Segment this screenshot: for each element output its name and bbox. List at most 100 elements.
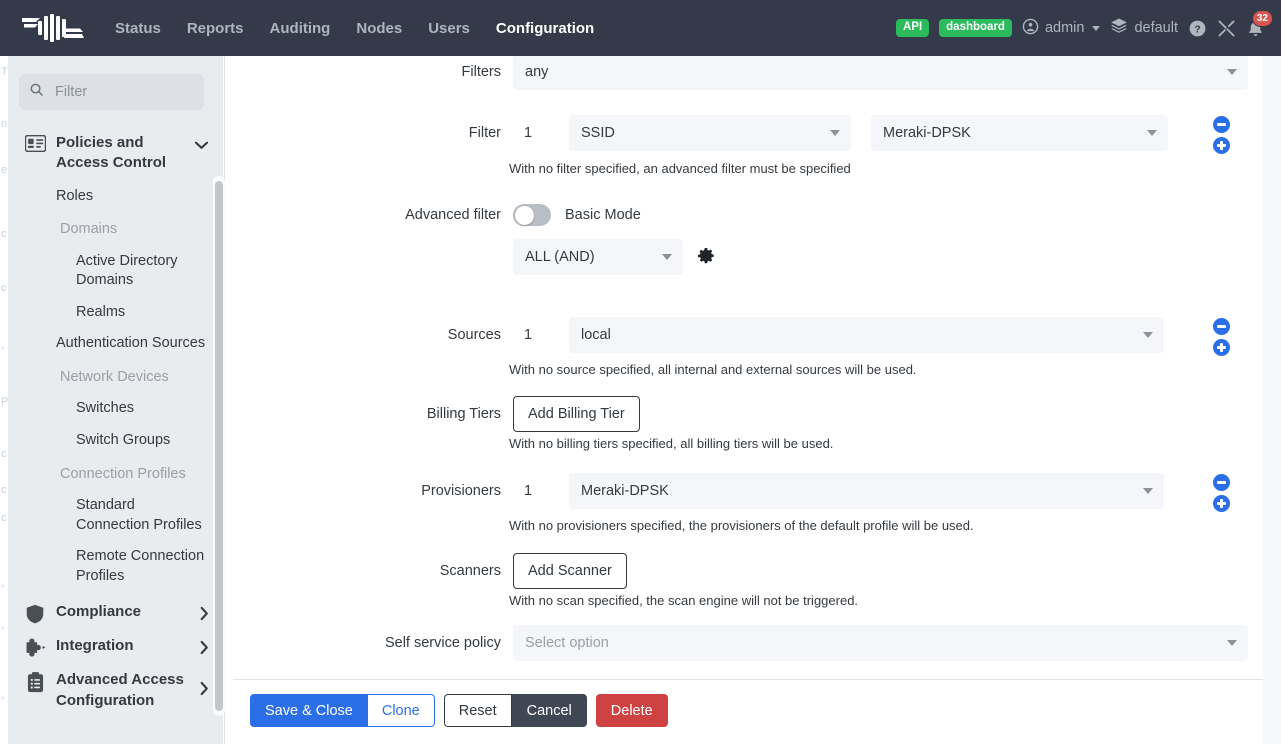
ghost-text-line: c (1, 228, 7, 240)
filters-label: Filters (233, 56, 513, 90)
sidebar-filter-box[interactable] (19, 74, 204, 110)
help-circle-icon[interactable]: ? (1188, 19, 1207, 38)
filter-match-select[interactable]: Meraki-DPSK (871, 115, 1168, 151)
chevron-down-icon (1147, 130, 1157, 136)
top-nav-right-cluster: API dashboard admin default (896, 17, 1281, 39)
provisioners-select[interactable]: Meraki-DPSK (569, 473, 1164, 509)
dashboard-badge[interactable]: dashboard (939, 19, 1012, 37)
advanced-filter-settings-button[interactable] (697, 247, 715, 270)
id-card-icon (24, 135, 46, 152)
advanced-filter-label: Advanced filter (233, 204, 513, 226)
sidebar-item-authentication-sources[interactable]: Authentication Sources (8, 328, 223, 360)
nav-link-status[interactable]: Status (102, 14, 174, 43)
nav-link-nodes[interactable]: Nodes (343, 14, 415, 43)
sidebar-section-connection-profiles: Connection Profiles (8, 457, 223, 491)
wrench-screwdriver-icon[interactable] (1217, 19, 1236, 38)
sidebar-group-compliance[interactable]: Compliance (8, 592, 223, 631)
provisioners-remove-button[interactable] (1213, 474, 1230, 491)
chevron-down-icon (1092, 26, 1100, 31)
minus-circle-icon (1217, 123, 1226, 125)
self-service-policy-select[interactable]: Select option (513, 625, 1248, 661)
action-buttons: Save & Close Clone Reset Cancel Delete (250, 694, 668, 727)
save-and-close-button[interactable]: Save & Close (250, 694, 368, 727)
app-logo-icon[interactable] (22, 11, 84, 45)
advanced-filter-toggle-label: Basic Mode (565, 204, 641, 226)
svg-text:?: ? (1194, 24, 1200, 35)
chevron-down-icon (1227, 69, 1237, 75)
chevron-down-icon (1143, 488, 1153, 494)
scanners-hint: With no scan specified, the scan engine … (509, 593, 858, 608)
sidebar-scrollbar-thumb[interactable] (215, 181, 223, 711)
main-nav-links: Status Reports Auditing Nodes Users Conf… (102, 14, 607, 43)
notifications-button[interactable]: 32 (1246, 19, 1265, 38)
provisioners-hint: With no provisioners specified, the prov… (509, 518, 974, 533)
sidebar-item-standard-connection-profiles[interactable]: Standard Connection Profiles (8, 490, 223, 541)
sidebar-item-switches[interactable]: Switches (8, 393, 223, 425)
filters-select[interactable]: any (513, 56, 1248, 90)
sidebar-group-label: Integration (56, 636, 193, 656)
sidebar-filter-input[interactable] (53, 83, 193, 101)
ghost-text-line: c (1, 512, 7, 524)
ghost-text-line: - (1, 622, 5, 634)
save-clone-group: Save & Close Clone (250, 694, 435, 727)
provisioners-label: Provisioners (233, 473, 513, 509)
nav-link-reports[interactable]: Reports (174, 14, 257, 43)
add-billing-tier-button[interactable]: Add Billing Tier (513, 396, 640, 432)
provisioners-add-button[interactable] (1213, 495, 1230, 512)
form-action-bar: Save & Close Clone Reset Cancel Delete (233, 679, 1263, 744)
sidebar-item-roles[interactable]: Roles (8, 181, 223, 213)
reset-cancel-group: Reset Cancel (444, 694, 587, 727)
filters-select-value: any (525, 64, 548, 80)
filter-hint: With no filter specified, an advanced fi… (509, 161, 851, 176)
row-billing-tiers: Billing Tiers Add Billing Tier (233, 396, 1263, 432)
main-content-panel: Filters any Filter 1 SSID Meraki-DPSK (233, 56, 1263, 744)
delete-button[interactable]: Delete (596, 694, 668, 727)
nav-link-auditing[interactable]: Auditing (257, 14, 344, 43)
sidebar-group-integration[interactable]: Integration (8, 631, 223, 665)
sidebar-section-network-devices: Network Devices (8, 360, 223, 394)
nav-link-configuration[interactable]: Configuration (483, 14, 607, 43)
sources-value: local (581, 327, 611, 343)
sources-select[interactable]: local (569, 317, 1164, 353)
sidebar-item-remote-connection-profiles[interactable]: Remote Connection Profiles (8, 541, 223, 592)
row-scanners: Scanners Add Scanner (233, 553, 1263, 589)
sidebar-group-advanced-access-configuration[interactable]: Advanced Access Configuration (8, 665, 223, 718)
sidebar-item-switch-groups[interactable]: Switch Groups (8, 425, 223, 457)
api-badge[interactable]: API (896, 19, 929, 37)
sidebar-item-active-directory-domains[interactable]: Active Directory Domains (8, 246, 223, 297)
toggle-knob (515, 206, 534, 225)
sidebar-menu: Policies and Access Control Roles Domain… (8, 126, 223, 744)
row-self-service-policy: Self service policy Select option (233, 625, 1263, 661)
chevron-right-icon (199, 640, 209, 660)
row-advanced-operator: ALL (AND) (233, 239, 1263, 275)
top-navigation-bar: Status Reports Auditing Nodes Users Conf… (0, 0, 1281, 56)
cancel-button[interactable]: Cancel (512, 694, 587, 727)
connection-profile-form: Filters any Filter 1 SSID Meraki-DPSK (233, 56, 1263, 679)
row-filters: Filters any (233, 56, 1263, 90)
sidebar-item-realms[interactable]: Realms (8, 297, 223, 329)
sources-remove-button[interactable] (1213, 318, 1230, 335)
advanced-filter-operator-select[interactable]: ALL (AND) (513, 239, 683, 275)
filter-add-button[interactable] (1213, 137, 1230, 154)
ghost-text-line: c (1, 448, 7, 460)
clone-button[interactable]: Clone (368, 694, 435, 727)
sources-add-button[interactable] (1213, 339, 1230, 356)
sidebar: Policies and Access Control Roles Domain… (8, 56, 223, 744)
clipboard-icon (24, 672, 46, 693)
nav-link-users[interactable]: Users (415, 14, 483, 43)
reset-button[interactable]: Reset (444, 694, 512, 727)
chevron-down-icon (1227, 640, 1237, 646)
minus-circle-icon (1217, 325, 1226, 327)
sidebar-group-policies-and-access-control[interactable]: Policies and Access Control (8, 126, 223, 181)
filter-type-select[interactable]: SSID (569, 115, 851, 151)
user-menu[interactable]: admin (1022, 18, 1101, 39)
tenant-selector[interactable]: default (1110, 17, 1178, 39)
sidebar-group-label: Compliance (56, 602, 193, 622)
filter-remove-button[interactable] (1213, 116, 1230, 133)
ghost-text-line: c (1, 484, 7, 496)
advanced-filter-toggle[interactable] (513, 204, 551, 226)
row-sources: Sources 1 local (233, 317, 1263, 353)
chevron-right-icon (199, 681, 209, 701)
add-scanner-button[interactable]: Add Scanner (513, 553, 627, 589)
sources-index: 1 (513, 317, 543, 353)
